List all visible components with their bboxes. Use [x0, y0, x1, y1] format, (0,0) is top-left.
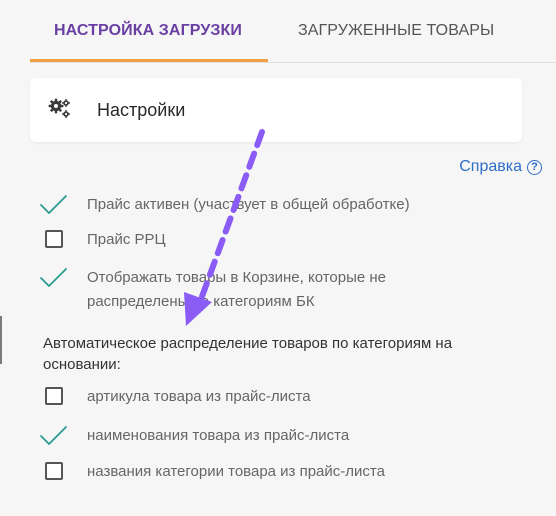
option-label: Отображать товары в Корзине, которые не …	[87, 269, 387, 310]
settings-card[interactable]: Настройки	[30, 78, 522, 142]
help-label: Справка	[459, 158, 522, 175]
help-link[interactable]: Справка ?	[459, 158, 542, 176]
option-by-category-name[interactable]: названия категории товара из прайс-листа	[40, 460, 487, 488]
option-label: Прайс РРЦ	[87, 231, 166, 248]
option-by-article[interactable]: артикула товара из прайс-листа	[40, 385, 487, 413]
active-tab-indicator	[30, 59, 268, 62]
checkbox-unchecked[interactable]	[40, 385, 68, 413]
option-show-in-cart[interactable]: Отображать товары в Корзине, которые не …	[40, 266, 427, 314]
checkmark-icon	[40, 426, 67, 445]
upload-settings-page: НАСТРОЙКА ЗАГРУЗКИ ЗАГРУЖЕННЫЕ ТОВАРЫ На…	[0, 0, 556, 516]
checkbox-checked[interactable]	[40, 193, 68, 221]
option-label: Прайс активен (участвует в общей обработ…	[87, 196, 410, 213]
checkbox-checked[interactable]	[40, 424, 68, 452]
tab-upload-settings[interactable]: НАСТРОЙКА ЗАГРУЗКИ	[54, 22, 242, 40]
option-label: наименования товара из прайс-листа	[87, 427, 350, 444]
question-circle-icon: ?	[527, 159, 542, 175]
gears-icon	[48, 98, 70, 118]
option-label: артикула товара из прайс-листа	[87, 388, 311, 405]
checkbox-unchecked[interactable]	[40, 460, 68, 488]
option-price-active[interactable]: Прайс активен (участвует в общей обработ…	[40, 193, 487, 221]
checkmark-icon	[40, 195, 67, 214]
settings-title: Настройки	[97, 100, 186, 120]
checkbox-unchecked[interactable]	[40, 228, 68, 256]
tab-bar: НАСТРОЙКА ЗАГРУЗКИ ЗАГРУЖЕННЫЕ ТОВАРЫ	[30, 0, 556, 63]
checkbox-box	[45, 462, 63, 480]
checkmark-icon	[40, 268, 67, 287]
checkbox-checked[interactable]	[40, 266, 68, 294]
checkbox-box	[45, 387, 63, 405]
option-by-product-name[interactable]: наименования товара из прайс-листа	[40, 424, 487, 452]
option-rrp-price[interactable]: Прайс РРЦ	[40, 228, 487, 256]
checkbox-box	[45, 230, 63, 248]
option-label: названия категории товара из прайс-листа	[87, 463, 385, 480]
distribution-heading: Автоматическое распределение товаров по …	[43, 335, 453, 373]
tab-uploaded-products[interactable]: ЗАГРУЖЕННЫЕ ТОВАРЫ	[298, 22, 494, 40]
left-edge-scroll-indicator	[0, 316, 2, 364]
